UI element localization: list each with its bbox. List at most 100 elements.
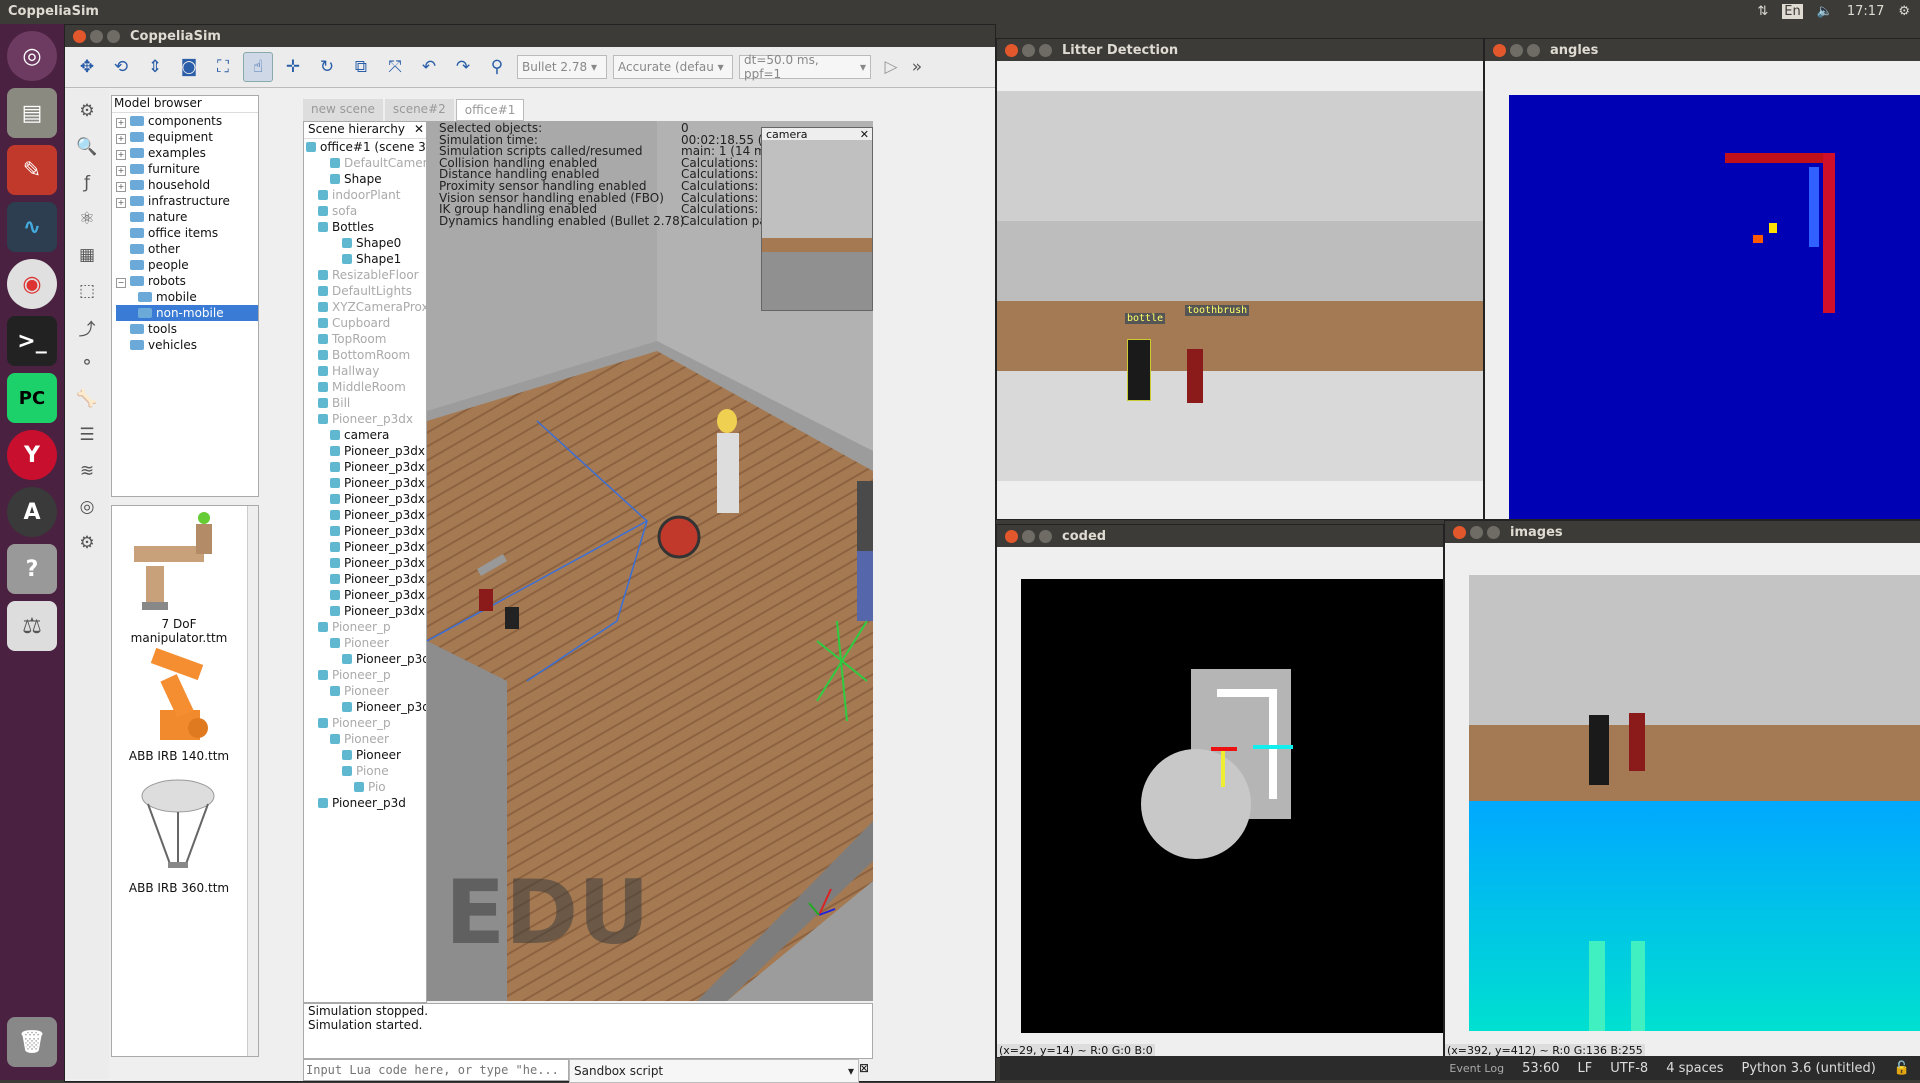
hierarchy-item[interactable]: Pioneer_p3dx xyxy=(306,603,426,619)
hierarchy-item[interactable]: Pioneer_p3d xyxy=(306,699,426,715)
ubuntu-dash-icon[interactable]: ◎ xyxy=(7,31,57,81)
hierarchy-item[interactable]: Bottles xyxy=(306,219,426,235)
editor-icon[interactable]: ⚖ xyxy=(7,601,57,651)
play-icon[interactable]: ▷ xyxy=(877,53,905,81)
line-ending[interactable]: LF xyxy=(1578,1061,1593,1076)
hierarchy-item[interactable]: Pioneer_p3dx xyxy=(306,459,426,475)
volume-icon[interactable]: 🔈 xyxy=(1817,4,1833,19)
script-icon[interactable]: ƒ xyxy=(73,169,101,197)
tab-new-scene[interactable]: new scene xyxy=(303,99,383,121)
interpreter[interactable]: Python 3.6 (untitled) xyxy=(1742,1061,1876,1076)
hierarchy-item[interactable]: TopRoom xyxy=(306,331,426,347)
hierarchy-item[interactable]: Pioneer_p3dx xyxy=(306,491,426,507)
tree-item-other[interactable]: other xyxy=(116,241,258,257)
close-icon[interactable]: ✕ xyxy=(860,128,869,141)
simulation-settings-icon[interactable]: ⚙ xyxy=(73,97,101,125)
coppeliasim-icon[interactable]: Y xyxy=(7,430,57,480)
tree-item-mobile[interactable]: mobile xyxy=(116,289,258,305)
undo-icon[interactable]: ↶ xyxy=(415,53,443,81)
close-icon[interactable]: ✕ xyxy=(414,122,424,136)
shift-icon[interactable]: ⇕ xyxy=(141,53,169,81)
hierarchy-item[interactable]: Bill xyxy=(306,395,426,411)
3d-viewport[interactable]: Selected objects: Simulation time: Simula… xyxy=(427,121,873,1001)
clock[interactable]: 17:17 xyxy=(1847,4,1884,19)
hierarchy-item[interactable]: Pioneer_p xyxy=(306,619,426,635)
chrome-icon[interactable]: ◉ xyxy=(7,259,57,309)
select-icon[interactable]: ☝ xyxy=(243,52,273,82)
close-button[interactable] xyxy=(73,29,86,43)
maximize-button[interactable] xyxy=(107,29,120,43)
system-monitor-icon[interactable]: ∿ xyxy=(7,202,57,252)
tree-item-components[interactable]: + components xyxy=(116,113,258,129)
object-rotate-icon[interactable]: ↻ xyxy=(313,53,341,81)
thumbnail-scrollbar[interactable] xyxy=(247,506,258,1056)
files-icon[interactable]: ▤ xyxy=(7,88,57,138)
path-icon[interactable]: ⤴ xyxy=(73,313,101,341)
close-button[interactable] xyxy=(1493,43,1506,57)
hierarchy-item[interactable]: Hallway xyxy=(306,363,426,379)
keyboard-layout[interactable]: En xyxy=(1782,4,1803,19)
clear-console-icon[interactable]: ⊠ xyxy=(859,1061,869,1075)
hierarchy-item[interactable]: Pioneer_p3dx xyxy=(306,539,426,555)
hierarchy-item[interactable]: Pioneer_p3dx xyxy=(306,475,426,491)
hierarchy-item[interactable]: Shape1 xyxy=(306,251,426,267)
settings-tools-icon[interactable]: ✎ xyxy=(7,145,57,195)
minimize-button[interactable] xyxy=(1470,525,1483,539)
minimize-button[interactable] xyxy=(90,29,103,43)
tree-item-nature[interactable]: nature xyxy=(116,209,258,225)
event-log-link[interactable]: Event Log xyxy=(1449,1062,1504,1075)
minimize-button[interactable] xyxy=(1022,529,1035,543)
maximize-button[interactable] xyxy=(1527,43,1540,57)
tree-item-infrastructure[interactable]: + infrastructure xyxy=(116,193,258,209)
tree-item-tools[interactable]: tools xyxy=(116,321,258,337)
tree-item-equipment[interactable]: + equipment xyxy=(116,129,258,145)
lock-icon[interactable]: 🔓 xyxy=(1894,1061,1910,1076)
thumbnail-abb-irb-360[interactable]: ABB IRB 360.ttm xyxy=(112,768,246,898)
accuracy-select[interactable]: Accurate (defau ▾ xyxy=(613,55,733,79)
layers-icon[interactable]: ≋ xyxy=(73,457,101,485)
close-button[interactable] xyxy=(1453,525,1466,539)
physics-engine-select[interactable]: Bullet 2.78 ▾ xyxy=(517,55,607,79)
dynamics-icon[interactable]: ⚲ xyxy=(483,53,511,81)
updater-icon[interactable]: A xyxy=(7,487,57,537)
hierarchy-item[interactable]: DefaultLights xyxy=(306,283,426,299)
hierarchy-item[interactable]: office#1 (scene 3) xyxy=(306,139,426,155)
tree-item-people[interactable]: people xyxy=(116,257,258,273)
hierarchy-item[interactable]: Pioneer_p3dx xyxy=(306,443,426,459)
hierarchy-item[interactable]: Pioneer_p xyxy=(306,667,426,683)
redo-icon[interactable]: ↷ xyxy=(449,53,477,81)
rotate-icon[interactable]: ⟲ xyxy=(107,53,135,81)
more-icon[interactable]: » xyxy=(911,53,923,81)
pan-icon[interactable]: ✥ xyxy=(73,53,101,81)
maximize-button[interactable] xyxy=(1039,529,1052,543)
hierarchy-item[interactable]: Pioneer_p3dx xyxy=(306,555,426,571)
help-icon[interactable]: ? xyxy=(7,544,57,594)
tree-item-non-mobile[interactable]: non-mobile xyxy=(116,305,258,321)
hierarchy-item[interactable]: BottomRoom xyxy=(306,347,426,363)
list-icon[interactable]: ☰ xyxy=(73,421,101,449)
collision-icon[interactable]: ⚬ xyxy=(73,349,101,377)
terminal-icon[interactable]: >_ xyxy=(7,316,57,366)
tree-item-robots[interactable]: − robots xyxy=(116,273,258,289)
settings-gear-icon[interactable]: ⚙ xyxy=(1898,4,1910,19)
hierarchy-item[interactable]: Pio xyxy=(306,779,426,795)
hierarchy-item[interactable]: Pioneer_p3d xyxy=(306,795,426,811)
hierarchy-item[interactable]: Pioneer_p xyxy=(306,715,426,731)
cursor-position[interactable]: 53:60 xyxy=(1522,1061,1559,1076)
hierarchy-item[interactable]: Pioneer_p3dx xyxy=(306,571,426,587)
network-icon[interactable]: ⇅ xyxy=(1757,4,1768,19)
hierarchy-item[interactable]: DefaultCamera xyxy=(306,155,426,171)
maximize-button[interactable] xyxy=(1487,525,1500,539)
timestep-select[interactable]: dt=50.0 ms, ppf=1 ▾ xyxy=(739,53,871,81)
modules-icon[interactable]: ⚛ xyxy=(73,205,101,233)
hierarchy-item[interactable]: ResizableFloor xyxy=(306,267,426,283)
tab-office-1[interactable]: office#1 xyxy=(455,99,525,121)
camera-icon[interactable]: ◙ xyxy=(175,53,203,81)
hierarchy-item[interactable]: Pioneer_p3d xyxy=(306,651,426,667)
hierarchy-item[interactable]: indoorPlant xyxy=(306,187,426,203)
hierarchy-item[interactable]: Pioneer xyxy=(306,683,426,699)
maximize-button[interactable] xyxy=(1039,43,1052,57)
hierarchy-item[interactable]: Pioneer_p3dx xyxy=(306,507,426,523)
hierarchy-item[interactable]: sofa xyxy=(306,203,426,219)
pycharm-icon[interactable]: PC xyxy=(7,373,57,423)
